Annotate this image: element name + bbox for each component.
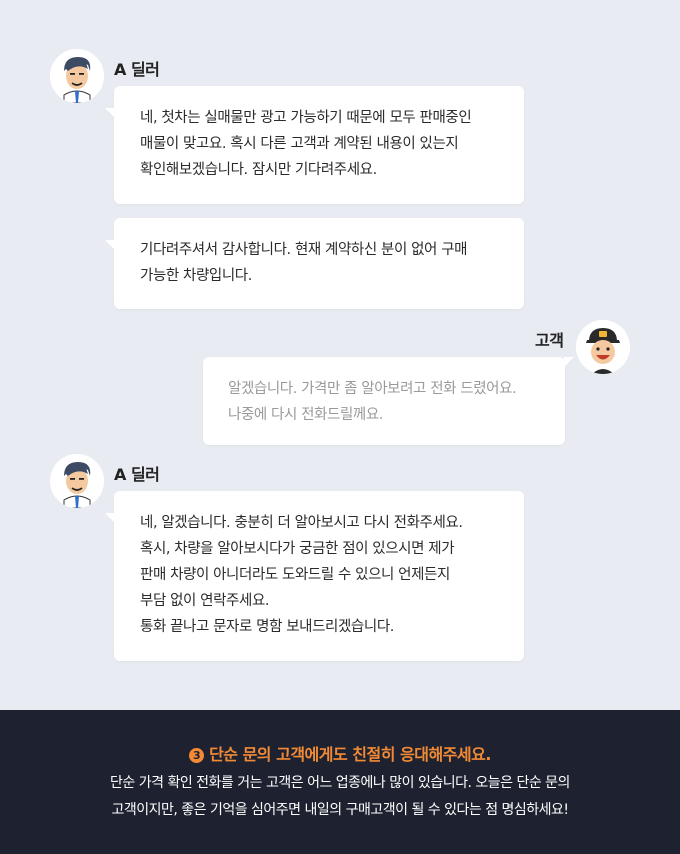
message-line: 매물이 맞고요. 혹시 다른 고객과 계약된 내용이 있는지 bbox=[140, 136, 459, 152]
message-line: 판매 차량이 아니더라도 도와드릴 수 있으니 언제든지 bbox=[140, 567, 450, 583]
tip-text-line: 고객이지만, 좋은 기억을 심어주면 내일의 구매고객이 될 수 있다는 점 명… bbox=[111, 802, 569, 818]
message-line: 혹시, 차량을 알아보시다가 궁금한 점이 있으시면 제가 bbox=[140, 541, 455, 557]
message-line: 네, 알겠습니다. 충분히 더 알아보시고 다시 전화주세요. bbox=[140, 515, 463, 531]
chat-area: A 딜러 네, 첫차는 실매물만 광고 가능하기 때문에 모두 판매중인 매물이… bbox=[0, 0, 680, 710]
customer-avatar-icon bbox=[576, 320, 630, 374]
tip-title: 3 단순 문의 고객에게도 친절히 응대해주세요. bbox=[0, 741, 680, 765]
message-bubble: 네, 알겠습니다. 충분히 더 알아보시고 다시 전화주세요. 혹시, 차량을 … bbox=[105, 491, 524, 661]
message-line: 알겠습니다. 가격만 좀 알아보려고 전화 드렸어요. bbox=[228, 381, 517, 397]
tip-footer: 3 단순 문의 고객에게도 친절히 응대해주세요. 단순 가격 확인 전화를 거는… bbox=[0, 710, 680, 854]
message-line: 기다려주셔서 감사합니다. 현재 계약하신 분이 없어 구매 bbox=[140, 242, 468, 258]
message-bubble: 기다려주셔서 감사합니다. 현재 계약하신 분이 없어 구매 가능한 차량입니다… bbox=[105, 218, 524, 309]
tip-number-badge: 3 bbox=[189, 748, 205, 763]
dealer-avatar-icon bbox=[50, 49, 104, 103]
message-bubble: 알겠습니다. 가격만 좀 알아보려고 전화 드렸어요. 나중에 다시 전화드릴께… bbox=[203, 357, 574, 445]
tip-title-text: 단순 문의 고객에게도 친절히 응대해주세요. bbox=[209, 745, 491, 764]
speaker-name: A 딜러 bbox=[114, 465, 160, 484]
message-bubble: 네, 첫차는 실매물만 광고 가능하기 때문에 모두 판매중인 매물이 맞고요.… bbox=[105, 86, 524, 204]
message-line: 네, 첫차는 실매물만 광고 가능하기 때문에 모두 판매중인 bbox=[140, 110, 472, 126]
message-line: 확인해보겠습니다. 잠시만 기다려주세요. bbox=[140, 162, 377, 178]
message-line: 가능한 차량입니다. bbox=[140, 268, 252, 284]
tip-text-line: 단순 가격 확인 전화를 거는 고객은 어느 업종에나 많이 있습니다. 오늘은… bbox=[110, 775, 570, 791]
speaker-name: 고객 bbox=[535, 331, 564, 350]
speaker-name: A 딜러 bbox=[114, 60, 160, 79]
message-line: 부담 없이 연락주세요. bbox=[140, 593, 270, 609]
dealer-avatar-icon bbox=[50, 454, 104, 508]
message-line: 통화 끝나고 문자로 명함 보내드리겠습니다. bbox=[140, 619, 394, 635]
message-line: 나중에 다시 전화드릴께요. bbox=[228, 407, 383, 423]
